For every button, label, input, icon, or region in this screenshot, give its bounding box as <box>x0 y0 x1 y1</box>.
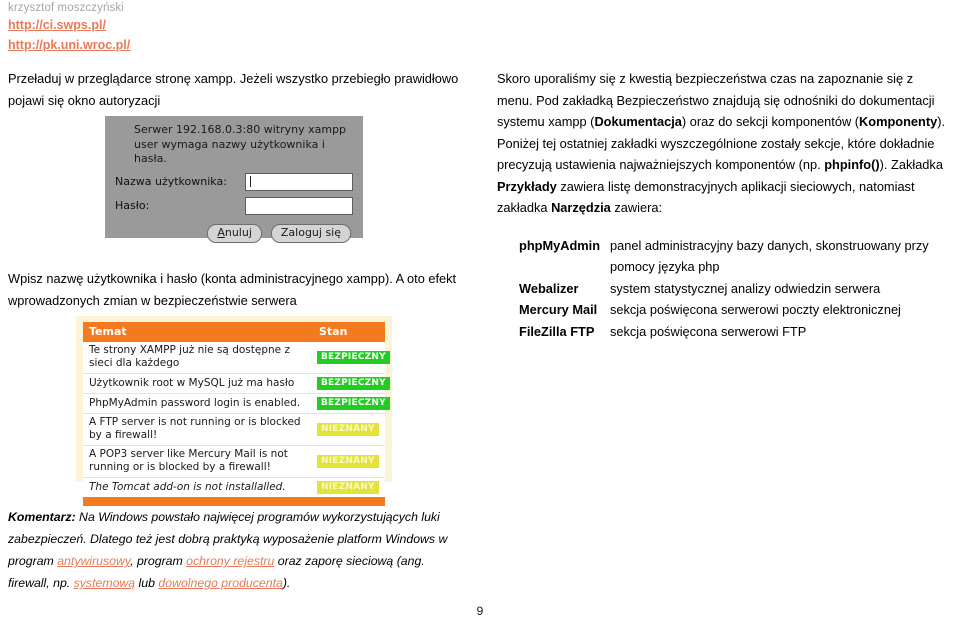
list-item: FileZilla FTP sekcja poświęcona serwerowi… <box>497 321 952 343</box>
text-caret-icon <box>250 175 251 187</box>
table-row: Użytkownik root w MySQL już ma hasło BEZP… <box>83 373 390 394</box>
auth-dialog-figure: Serwer 192.168.0.3:80 witryny xampp user … <box>105 116 363 243</box>
menu-description-paragraph: Skoro uporaliśmy się z kwestią bezpiecze… <box>497 68 952 219</box>
table-row: PhpMyAdmin password login is enabled. BEZ… <box>83 393 390 414</box>
comment-text: lub <box>135 576 159 590</box>
security-table-col-status: Stan <box>313 322 385 342</box>
security-row-topic: A POP3 server like Mercury Mail is not r… <box>83 445 313 478</box>
status-badge: BEZPIECZNY <box>317 397 390 410</box>
auth-login-button[interactable]: Zaloguj się <box>270 223 351 243</box>
security-row-status-cell: NIEZNANY <box>313 445 385 478</box>
comment-inline-link[interactable]: ochrony rejestru <box>186 554 274 568</box>
tool-term: FileZilla FTP <box>519 323 595 339</box>
table-row: Te strony XAMPP już nie są dostępne z si… <box>83 342 390 374</box>
tool-description: panel administracyjny bazy danych, skons… <box>610 237 929 275</box>
security-table-col-topic: Temat <box>83 322 313 342</box>
auth-dialog-message: Serwer 192.168.0.3:80 witryny xampp user … <box>134 123 353 167</box>
auth-cancel-button[interactable]: Anuluj <box>207 223 262 243</box>
auth-password-label: Hasło: <box>115 199 150 212</box>
comment-inline-link[interactable]: dowolnego producenta <box>158 576 282 590</box>
comment-block: Komentarz: Na Windows powstało najwięcej… <box>8 506 468 594</box>
status-badge: NIEZNANY <box>317 455 379 468</box>
tool-description: sekcja poświęcona serwerowi poczty elekt… <box>610 302 901 317</box>
auth-username-input[interactable] <box>245 172 353 191</box>
paragraph-text: ) oraz do sekcji komponentów ( <box>681 114 860 129</box>
comment-inline-link[interactable]: antywirusowy <box>57 554 130 568</box>
paragraph-text: zawiera: <box>610 200 663 215</box>
after-dialog-paragraph: Wpisz nazwę użytkownika i hasło (konta a… <box>8 271 457 308</box>
auth-username-label: Nazwa użytkownika: <box>115 175 227 188</box>
auth-cancel-label-rest: nuluj <box>224 225 252 239</box>
security-row-topic: Te strony XAMPP już nie są dostępne z si… <box>83 342 313 374</box>
emphasis-term: Przykłady <box>497 178 557 194</box>
comment-label: Komentarz: <box>8 510 76 524</box>
after-dialog-paragraph-wrap: Wpisz nazwę użytkownika i hasło (konta a… <box>8 268 470 311</box>
security-row-status-cell: NIEZNANY <box>313 478 385 498</box>
page-number: 9 <box>476 604 484 618</box>
security-table-head: Temat Stan <box>83 322 385 342</box>
emphasis-term: Komponenty <box>859 114 938 129</box>
security-table-header-row: Temat Stan <box>83 322 385 342</box>
list-item: phpMyAdmin panel administracyjny bazy dan… <box>497 235 952 278</box>
security-row-topic: A FTP server is not running or is blocke… <box>83 413 313 446</box>
list-item: Mercury Mail sekcja poświęcona serwerowi … <box>497 299 952 321</box>
security-row-status-cell: NIEZNANY <box>313 413 385 446</box>
security-row-status-cell: BEZPIECZNY <box>313 342 390 374</box>
security-row-topic: Użytkownik root w MySQL już ma hasło <box>83 373 313 394</box>
security-row-topic: The Tomcat add-on is not installalled. <box>89 480 286 493</box>
tool-description: sekcja poświęcona serwerowi FTP <box>610 323 807 339</box>
tools-definition-list: phpMyAdmin panel administracyjny bazy dan… <box>497 235 952 343</box>
security-row-status-cell: BEZPIECZNY <box>313 393 390 414</box>
right-column: Skoro uporaliśmy się z kwestią bezpiecze… <box>497 68 952 342</box>
table-row: A FTP server is not running or is blocke… <box>83 413 385 446</box>
security-row-topic: PhpMyAdmin password login is enabled. <box>83 393 313 414</box>
table-row: The Tomcat add-on is not installalled. NI… <box>83 478 385 498</box>
emphasis-term: Dokumentacja <box>594 114 682 129</box>
emphasis-term: phpinfo() <box>824 157 880 172</box>
left-column: Przeładuj w przeglądarce stronę xampp. J… <box>8 68 470 111</box>
auth-dialog-buttons: Anuluj Zaloguj się <box>115 223 353 243</box>
security-status-table: Temat Stan Te strony XAMPP już nie są do… <box>83 322 390 498</box>
status-badge: NIEZNANY <box>317 481 379 494</box>
auth-dialog-message-line2: user wymaga nazwy użytkownika i hasła. <box>134 137 325 166</box>
paragraph-text: ). Zakładka <box>879 157 943 172</box>
comment-text: ). <box>282 576 291 590</box>
security-status-figure: Temat Stan Te strony XAMPP już nie są do… <box>76 316 392 506</box>
tool-term: Mercury Mail <box>519 302 598 317</box>
status-badge: BEZPIECZNY <box>317 351 390 364</box>
tool-description: system statystycznej analizy odwiedzin s… <box>610 280 881 296</box>
status-badge: BEZPIECZNY <box>317 377 390 390</box>
list-item: Webalizer system statystycznej analizy od… <box>497 278 952 300</box>
security-row-status-cell: BEZPIECZNY <box>313 373 390 394</box>
comment-text: , program <box>130 554 187 568</box>
table-row: A POP3 server like Mercury Mail is not r… <box>83 445 385 478</box>
auth-password-input[interactable] <box>245 196 353 215</box>
tool-term: Webalizer <box>519 280 579 296</box>
header-link-pk-uni-wroc[interactable]: http://pk.uni.wroc.pl/ <box>8 38 130 52</box>
auth-dialog-message-line1: Serwer 192.168.0.3:80 witryny xampp <box>134 123 347 136</box>
author-byline: krzysztof moszczyński <box>8 2 124 14</box>
tool-term: phpMyAdmin <box>519 237 601 253</box>
intro-paragraph: Przeładuj w przeglądarce stronę xampp. J… <box>8 71 459 108</box>
auth-password-row: Hasło: <box>115 196 353 215</box>
status-badge: NIEZNANY <box>317 423 379 436</box>
auth-username-row: Nazwa użytkownika: <box>115 172 353 191</box>
security-table-body: Te strony XAMPP już nie są dostępne z si… <box>83 342 390 498</box>
security-table-footer-bar <box>83 497 385 506</box>
header-link-ci-swps[interactable]: http://ci.swps.pl/ <box>8 18 106 32</box>
auth-cancel-mnemonic: A <box>217 225 225 239</box>
comment-inline-link[interactable]: systemową <box>74 576 136 590</box>
emphasis-term: Narzędzia <box>551 200 611 215</box>
